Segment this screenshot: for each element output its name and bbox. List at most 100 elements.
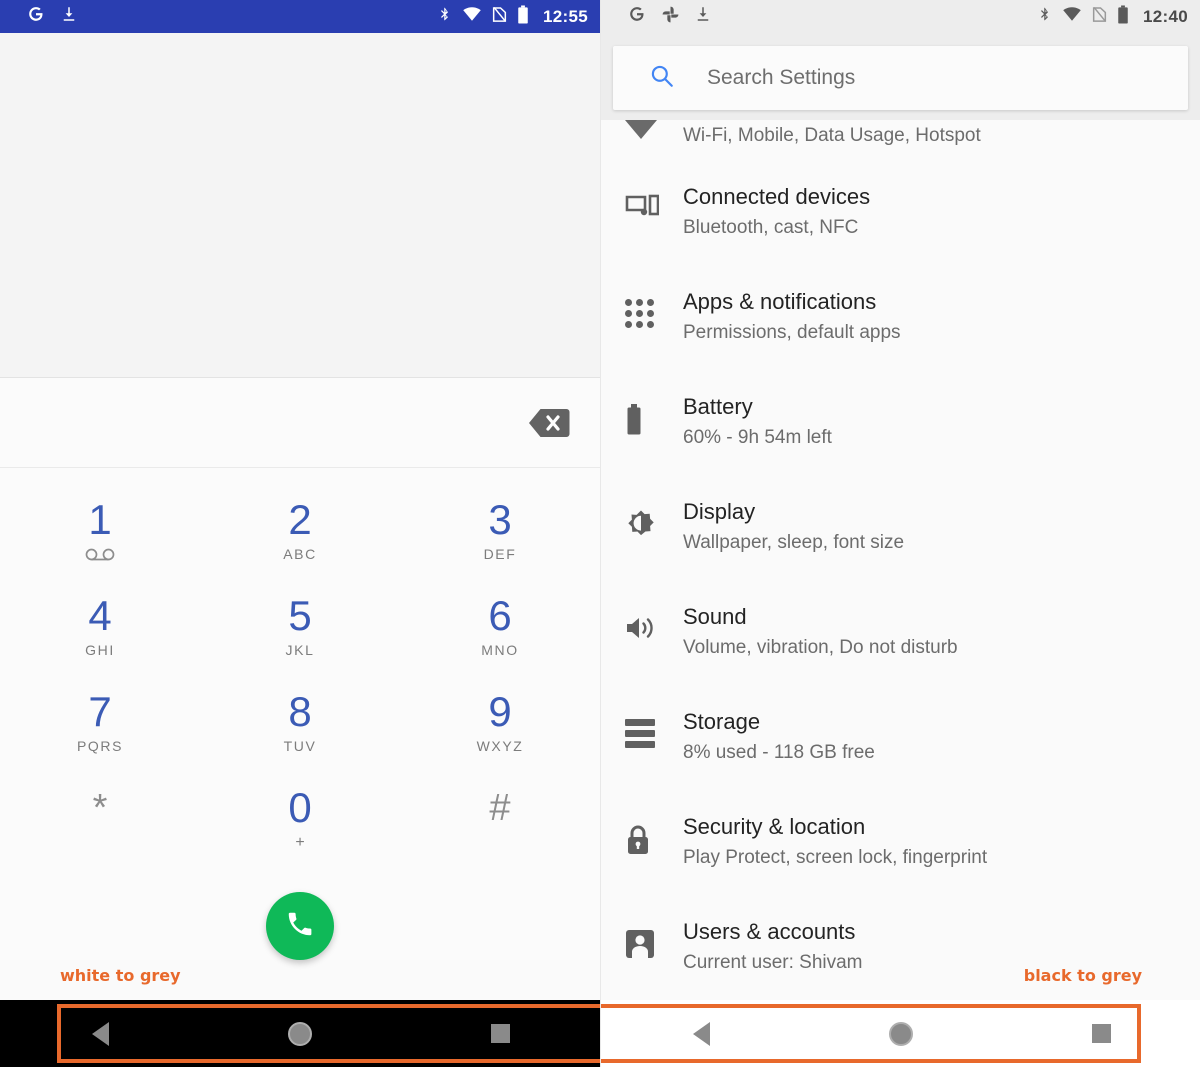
home-circle-icon — [288, 1021, 312, 1046]
back-nav-button[interactable] — [0, 1021, 200, 1046]
recents-nav-button[interactable] — [400, 1024, 600, 1043]
search-input[interactable]: Search Settings — [613, 46, 1188, 110]
home-nav-button[interactable] — [801, 1021, 1001, 1046]
settings-item-subtitle: Bluetooth, cast, NFC — [683, 217, 859, 238]
status-bar-notification-icons — [627, 4, 712, 29]
dialpad-key-5-letters: JKL — [285, 642, 315, 658]
settings-item-apps-notifications[interactable]: Apps & notifications Permissions, defaul… — [601, 265, 1200, 370]
settings-navigation-bar[interactable] — [601, 1000, 1200, 1067]
settings-item-subtitle: Wi-Fi, Mobile, Data Usage, Hotspot — [683, 125, 981, 146]
settings-item-title: Storage — [683, 709, 761, 734]
storage-icon — [625, 685, 683, 748]
dialpad-key-9[interactable]: 9 WXYZ — [400, 674, 600, 770]
dialpad-key-5[interactable]: 5 JKL — [200, 578, 400, 674]
settings-item-subtitle: Volume, vibration, Do not disturb — [683, 637, 958, 658]
home-nav-button[interactable] — [200, 1021, 400, 1046]
settings-item-subtitle: Wallpaper, sleep, font size — [683, 532, 905, 553]
search-icon — [649, 63, 675, 94]
dialpad-key-4-digit: 4 — [88, 592, 112, 639]
dialpad-key-0[interactable]: 0 + — [200, 770, 400, 866]
dialer-status-bar: 12:55 — [0, 0, 600, 33]
dialpad[interactable]: 1 2 ABC 3 DEF 4 GHI 5 JKL 6 MNO 7 PQRS 8… — [0, 468, 600, 960]
comparison-screenshot: 12:55 1 2 ABC 3 DEF 4 GHI 5 JKL 6 MNO 7 … — [0, 0, 1200, 1067]
dialpad-key-4-letters: GHI — [85, 642, 115, 658]
dialpad-key-3-digit: 3 — [488, 496, 512, 543]
settings-item-text: Connected devices Bluetooth, cast, NFC — [683, 160, 870, 242]
dialpad-key-hash[interactable]: # — [400, 770, 600, 866]
dialer-navigation-bar[interactable] — [0, 1000, 600, 1067]
recents-nav-button[interactable] — [1001, 1024, 1200, 1043]
bluetooth-icon — [1037, 5, 1052, 28]
settings-item-text: Apps & notifications Permissions, defaul… — [683, 265, 901, 347]
dialpad-key-star[interactable]: * — [0, 770, 200, 866]
call-button-container — [0, 892, 600, 960]
settings-item-battery[interactable]: Battery 60% - 9h 54m left — [601, 370, 1200, 475]
dialpad-key-7[interactable]: 7 PQRS — [0, 674, 200, 770]
dialer-number-input-row[interactable] — [0, 378, 600, 468]
back-nav-button[interactable] — [601, 1021, 801, 1046]
dialpad-key-9-letters: WXYZ — [476, 738, 524, 754]
dialpad-key-hash-digit: # — [489, 787, 511, 829]
backspace-icon[interactable] — [528, 406, 572, 440]
annotation-black-to-grey: black to grey — [1023, 966, 1142, 985]
dialpad-key-8[interactable]: 8 TUV — [200, 674, 400, 770]
settings-list[interactable]: Wi-Fi, Mobile, Data Usage, Hotspot Conne… — [601, 120, 1200, 1000]
settings-item-storage[interactable]: Storage 8% used - 118 GB free — [601, 685, 1200, 790]
battery-icon — [1117, 4, 1129, 29]
dialer-empty-area — [0, 33, 600, 378]
home-circle-icon — [889, 1021, 913, 1046]
search-placeholder: Search Settings — [707, 66, 856, 89]
dialpad-key-4[interactable]: 4 GHI — [0, 578, 200, 674]
no-sim-icon — [492, 5, 507, 29]
settings-item-display[interactable]: Display Wallpaper, sleep, font size — [601, 475, 1200, 580]
no-sim-icon — [1092, 5, 1107, 29]
settings-item-text: Display Wallpaper, sleep, font size — [683, 475, 904, 557]
settings-item-subtitle: Permissions, default apps — [683, 322, 901, 343]
status-bar-clock: 12:40 — [1143, 6, 1188, 26]
battery-icon — [517, 4, 529, 29]
settings-item-sound[interactable]: Sound Volume, vibration, Do not disturb — [601, 580, 1200, 685]
settings-item-network-internet[interactable]: Wi-Fi, Mobile, Data Usage, Hotspot — [601, 120, 1200, 160]
dialpad-key-7-digit: 7 — [88, 688, 112, 735]
dialpad-key-6[interactable]: 6 MNO — [400, 578, 600, 674]
settings-item-title: Sound — [683, 604, 747, 629]
settings-status-bar: 12:40 — [601, 0, 1200, 33]
status-bar-system-icons: 12:40 — [1037, 4, 1188, 29]
dialpad-key-8-digit: 8 — [288, 688, 312, 735]
settings-item-text: Wi-Fi, Mobile, Data Usage, Hotspot — [683, 120, 981, 150]
dialpad-key-8-letters: TUV — [283, 738, 317, 754]
settings-item-title: Security & location — [683, 814, 866, 839]
status-bar-notification-icons — [26, 4, 78, 29]
settings-item-subtitle: 8% used - 118 GB free — [683, 742, 875, 763]
dialpad-key-3[interactable]: 3 DEF — [400, 482, 600, 578]
apps-grid-icon — [625, 265, 683, 328]
dialpad-row: * 0 + # — [0, 770, 600, 866]
dialpad-row: 7 PQRS 8 TUV 9 WXYZ — [0, 674, 600, 770]
search-bar-container: Search Settings — [601, 33, 1200, 120]
settings-item-text: Users & accounts Current user: Shivam — [683, 895, 863, 977]
dialpad-key-2-letters: ABC — [283, 546, 317, 562]
network-internet-icon — [625, 120, 683, 139]
recents-square-icon — [1091, 1024, 1111, 1043]
status-bar-clock: 12:55 — [543, 6, 588, 26]
dialpad-key-star-digit: * — [92, 787, 108, 829]
phone-dialer-panel: 12:55 1 2 ABC 3 DEF 4 GHI 5 JKL 6 MNO 7 … — [0, 0, 600, 1067]
photos-pinwheel-icon — [661, 5, 680, 29]
settings-item-security-location[interactable]: Security & location Play Protect, screen… — [601, 790, 1200, 895]
settings-item-connected-devices[interactable]: Connected devices Bluetooth, cast, NFC — [601, 160, 1200, 265]
settings-item-title: Connected devices — [683, 184, 871, 209]
dialpad-row: 1 2 ABC 3 DEF — [0, 482, 600, 578]
settings-item-title: Apps & notifications — [683, 289, 877, 314]
settings-item-subtitle: 60% - 9h 54m left — [683, 427, 832, 448]
download-icon — [60, 5, 78, 28]
dialpad-key-0-digit: 0 — [288, 784, 312, 831]
brightness-icon — [625, 475, 683, 541]
dialpad-key-2[interactable]: 2 ABC — [200, 482, 400, 578]
call-button[interactable] — [266, 892, 334, 960]
voicemail-icon — [85, 547, 115, 563]
settings-panel: 12:40 Search Settings Wi-Fi, Mobile, Dat… — [600, 0, 1200, 1067]
settings-item-text: Storage 8% used - 118 GB free — [683, 685, 875, 767]
dialpad-key-1[interactable]: 1 — [0, 482, 200, 578]
dialpad-key-2-digit: 2 — [288, 496, 312, 543]
settings-item-text: Battery 60% - 9h 54m left — [683, 370, 832, 452]
